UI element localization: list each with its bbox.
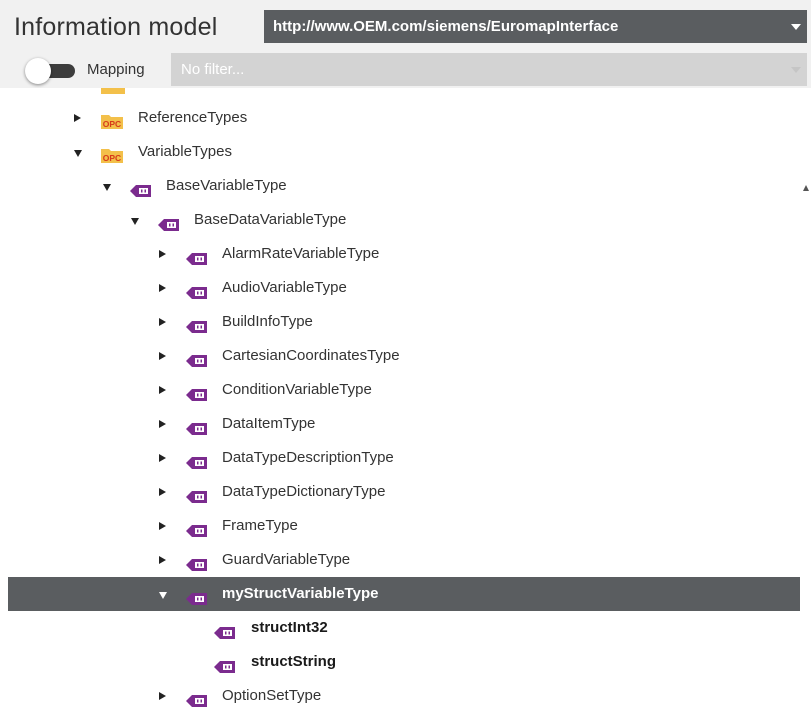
tree-node-label: ReferenceTypes [138, 109, 248, 126]
variable-type-icon [186, 688, 208, 713]
tree-row-audiovariabletype[interactable]: AudioVariableType [8, 271, 800, 305]
model-select-value: http://www.OEM.com/siemens/EuromapInterf… [273, 18, 619, 35]
tree-node-label: ConditionVariableType [222, 381, 372, 398]
tree-row-basedatavariabletype[interactable]: BaseDataVariableType [8, 203, 800, 237]
opc-icon-text: OPC [103, 153, 121, 163]
tree-node-label: CartesianCoordinatesType [222, 347, 400, 364]
header: Information model http://www.OEM.com/sie… [0, 0, 811, 46]
tree-row-datatypedictionarytype[interactable]: DataTypeDictionaryType [8, 475, 800, 509]
variable-type-icon [186, 423, 207, 435]
expand-arrow-icon[interactable] [159, 692, 166, 700]
chevron-down-icon[interactable] [791, 67, 801, 73]
tree-row-frametype[interactable]: FrameType [8, 509, 800, 543]
mapping-label: Mapping [87, 61, 145, 78]
tree-row-cartesiancoordinatestype[interactable]: CartesianCoordinatesType [8, 339, 800, 373]
collapse-arrow-icon[interactable] [103, 184, 111, 191]
variable-type-icon [186, 525, 207, 537]
collapse-arrow-icon[interactable] [159, 592, 167, 599]
tree-node-label: DataTypeDescriptionType [222, 449, 394, 466]
tree-row-optionsettype[interactable]: OptionSetType [8, 679, 800, 713]
tree-node-label: BaseVariableType [166, 177, 287, 194]
opc-folder-icon: OPC [101, 115, 123, 129]
tree-node-label: VariableTypes [138, 143, 232, 160]
tree-row-structint32[interactable]: structInt32 [8, 611, 800, 645]
expand-arrow-icon[interactable] [159, 386, 166, 394]
expand-arrow-icon[interactable] [159, 420, 166, 428]
tree-node-label: GuardVariableType [222, 551, 351, 568]
variable-type-icon [186, 355, 207, 367]
variable-type-icon [186, 695, 207, 707]
page-title: Information model [14, 13, 218, 41]
tree-node-label: OptionSetType [222, 687, 322, 704]
expand-arrow-icon[interactable] [159, 250, 166, 258]
opc-folder-icon: OPC [101, 149, 123, 163]
variable-type-icon [186, 287, 207, 299]
variable-type-icon [214, 661, 235, 673]
tree-row-conditionvariabletype[interactable]: ConditionVariableType [8, 373, 800, 407]
filter-placeholder: No filter... [181, 61, 245, 78]
tree-row-guardvariabletype[interactable]: GuardVariableType [8, 543, 800, 577]
information-model-tree: OPC ReferenceTypes OPC VariableTypes BaseVar… [0, 88, 811, 713]
expand-arrow-icon[interactable] [74, 114, 81, 122]
expand-arrow-icon[interactable] [159, 352, 166, 360]
chevron-down-icon[interactable] [791, 24, 801, 30]
tree-row-basevariabletype[interactable]: BaseVariableType [8, 169, 800, 203]
tree-row-mystructvariabletype[interactable]: myStructVariableType [8, 577, 800, 611]
toggle-knob [25, 58, 51, 84]
expand-arrow-icon[interactable] [159, 454, 166, 462]
variable-type-icon [214, 627, 235, 639]
variable-type-icon [186, 559, 207, 571]
scroll-up-icon[interactable] [803, 185, 809, 191]
tree-row-variabletypes[interactable]: OPC VariableTypes [8, 135, 800, 169]
variable-type-icon [158, 219, 179, 231]
tree-row-datatypedescriptiontype[interactable]: DataTypeDescriptionType [8, 441, 800, 475]
information-model-select[interactable]: http://www.OEM.com/siemens/EuromapInterf… [264, 10, 807, 43]
tree-node-label: DataItemType [222, 415, 316, 432]
tree-node-label: DataTypeDictionaryType [222, 483, 386, 500]
tree-node-label: BaseDataVariableType [194, 211, 347, 228]
variable-type-icon [186, 491, 207, 503]
tree-node-label: AudioVariableType [222, 279, 347, 296]
variable-type-icon [186, 457, 207, 469]
tree-row-structstring[interactable]: structString [8, 645, 800, 679]
tree-row-dataitemtype[interactable]: DataItemType [8, 407, 800, 441]
filter-select[interactable]: No filter... [171, 53, 807, 86]
tree-row-buildinfotype[interactable]: BuildInfoType [8, 305, 800, 339]
variable-type-icon [186, 253, 207, 265]
collapse-arrow-icon[interactable] [131, 218, 139, 225]
expand-arrow-icon[interactable] [159, 318, 166, 326]
expand-arrow-icon[interactable] [159, 488, 166, 496]
tree-node-label: BuildInfoType [222, 313, 313, 330]
tree-node-label: structInt32 [251, 619, 328, 636]
expand-arrow-icon[interactable] [159, 556, 166, 564]
expand-arrow-icon[interactable] [159, 284, 166, 292]
tree-node-label: AlarmRateVariableType [222, 245, 380, 262]
tree-node-label: structString [251, 653, 337, 670]
opc-icon-text: OPC [103, 119, 121, 129]
mapping-toggle[interactable] [21, 57, 79, 84]
tree-node-label: myStructVariableType [222, 585, 379, 602]
variable-type-icon [186, 593, 207, 605]
tree-row-alarmratevariabletype[interactable]: AlarmRateVariableType [8, 237, 800, 271]
variable-type-icon [186, 321, 207, 333]
tree-row-referencetypes[interactable]: OPC ReferenceTypes [8, 101, 800, 135]
folder-icon [101, 88, 125, 94]
collapse-arrow-icon[interactable] [74, 150, 82, 157]
variable-type-icon [186, 389, 207, 401]
tree-node-label: FrameType [222, 517, 298, 534]
expand-arrow-icon[interactable] [159, 522, 166, 530]
variable-type-icon [130, 185, 151, 197]
